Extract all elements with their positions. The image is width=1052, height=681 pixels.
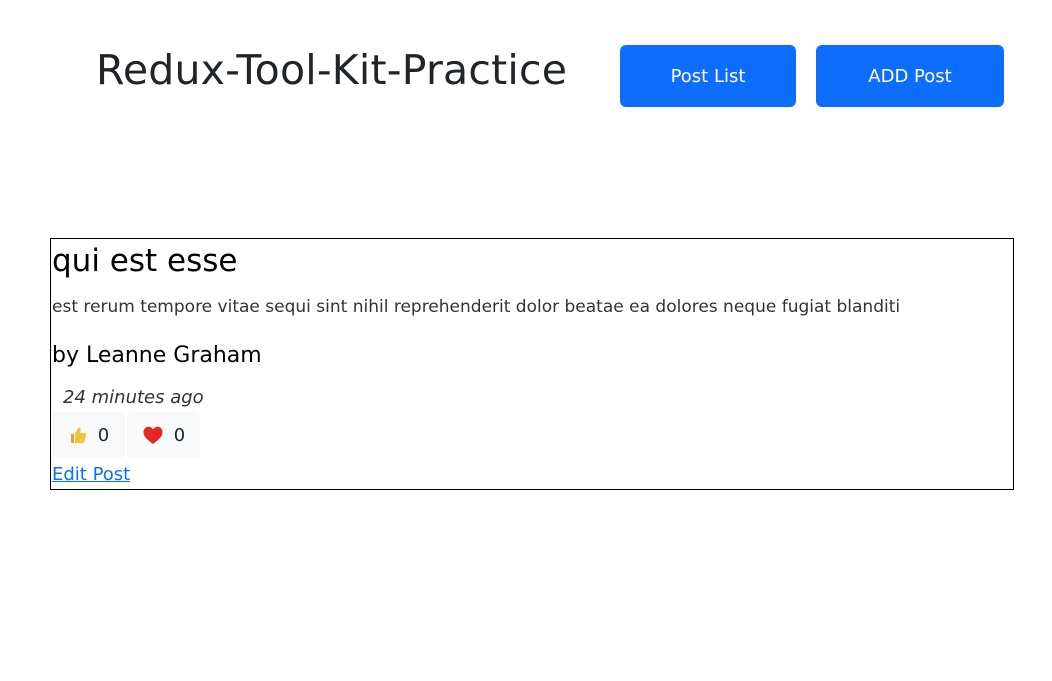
- post-author: by Leanne Graham: [52, 343, 262, 368]
- reaction-buttons: 0 0: [52, 412, 200, 458]
- heart-icon: [142, 425, 164, 445]
- add-post-button[interactable]: ADD Post: [816, 45, 1004, 107]
- heart-reaction-button[interactable]: 0: [127, 412, 200, 458]
- post-card: qui est esse est rerum tempore vitae seq…: [50, 238, 1014, 490]
- page: Redux-Tool-Kit-Practice Post List ADD Po…: [0, 0, 1052, 681]
- thumbs-up-icon: [68, 425, 88, 445]
- post-list-button[interactable]: Post List: [620, 45, 796, 107]
- edit-post-link[interactable]: Edit Post: [52, 464, 130, 485]
- post-title: qui est esse: [52, 243, 238, 279]
- post-body: est rerum tempore vitae sequi sint nihil…: [52, 297, 901, 317]
- thumbs-up-count: 0: [97, 424, 110, 446]
- heart-count: 0: [173, 424, 186, 446]
- app-header: Redux-Tool-Kit-Practice Post List ADD Po…: [0, 0, 1052, 150]
- app-title: Redux-Tool-Kit-Practice: [96, 46, 568, 94]
- post-timestamp: 24 minutes ago: [63, 387, 204, 408]
- thumbs-up-reaction-button[interactable]: 0: [52, 412, 125, 458]
